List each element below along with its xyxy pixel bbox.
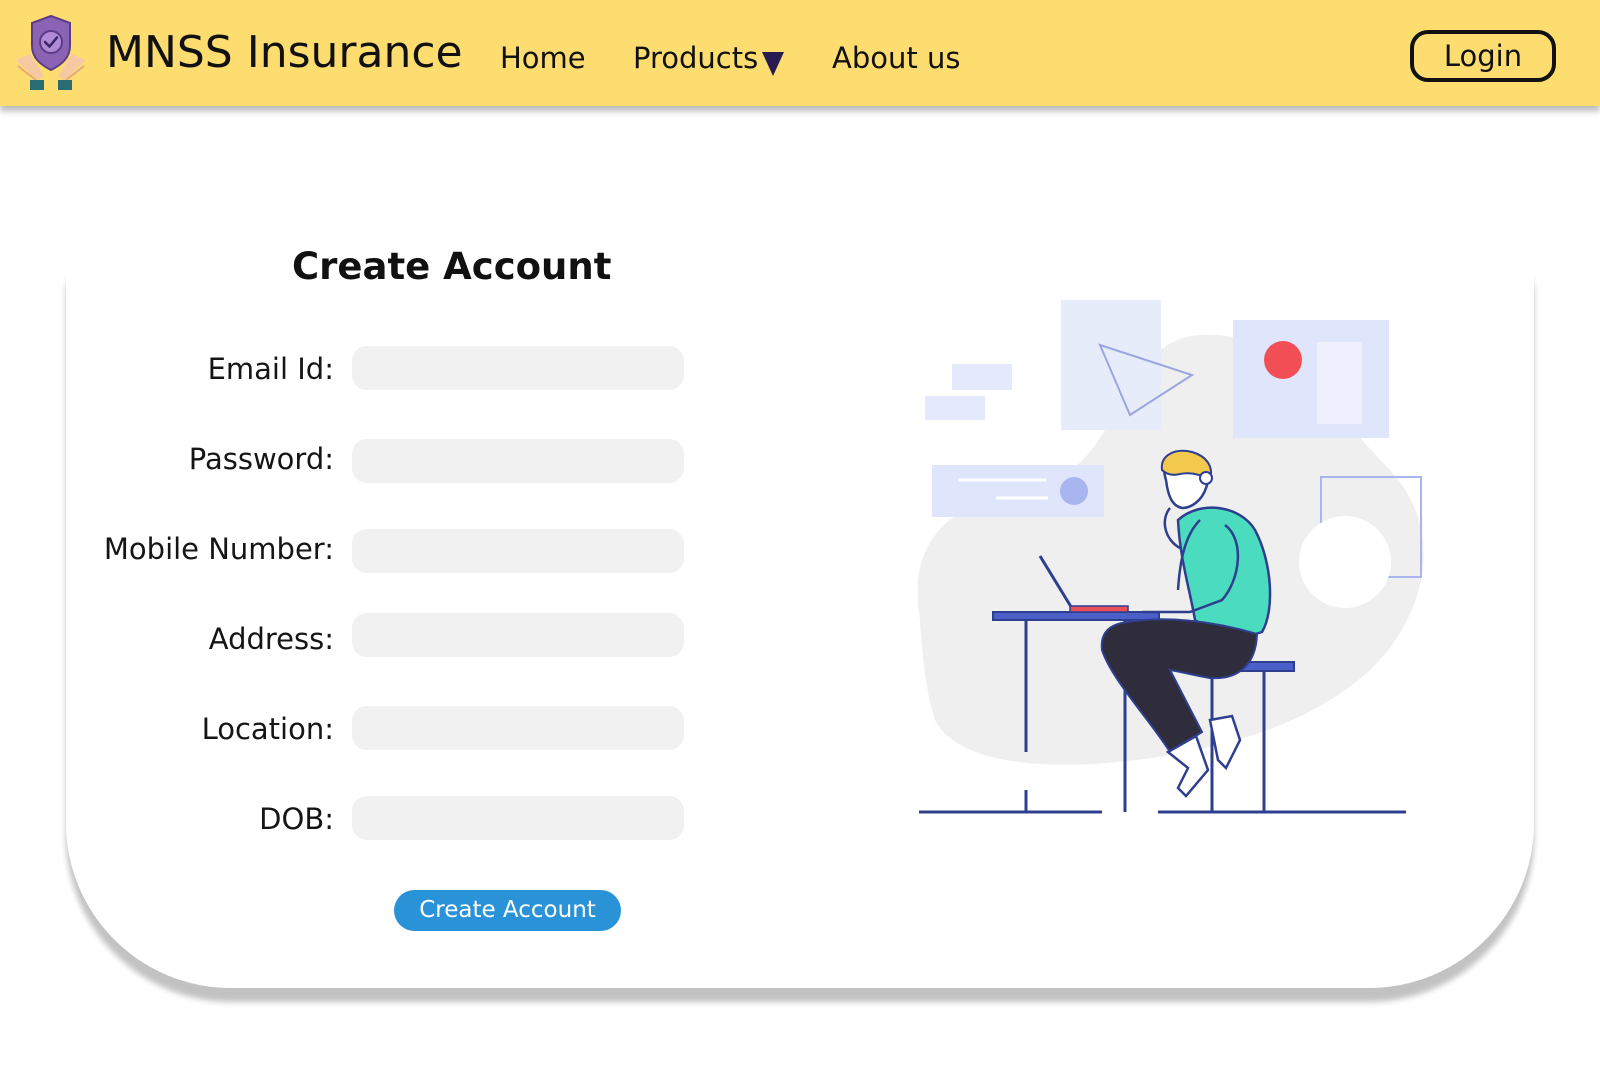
page-title: Create Account bbox=[292, 245, 612, 288]
mobile-number-field[interactable] bbox=[352, 529, 684, 573]
brand-name[interactable]: MNSS Insurance bbox=[106, 26, 463, 80]
email-label: Email Id: bbox=[207, 352, 334, 386]
caret-down-icon[interactable] bbox=[762, 52, 785, 76]
password-field[interactable] bbox=[352, 439, 684, 483]
nav-home-link[interactable]: Home bbox=[500, 40, 586, 76]
address-label: Address: bbox=[208, 622, 334, 656]
nav-about-link[interactable]: About us bbox=[832, 40, 960, 76]
login-button[interactable]: Login bbox=[1410, 30, 1556, 82]
password-label: Password: bbox=[188, 442, 334, 476]
address-field[interactable] bbox=[352, 613, 684, 657]
person-working-on-laptop-illustration bbox=[917, 300, 1424, 814]
top-navbar: MNSS Insurance Home Products About us Lo… bbox=[0, 0, 1600, 106]
dob-field[interactable] bbox=[352, 796, 684, 840]
location-field[interactable] bbox=[352, 706, 684, 750]
create-account-button[interactable]: Create Account bbox=[394, 890, 621, 931]
email-field[interactable] bbox=[352, 346, 684, 390]
mobile-number-label: Mobile Number: bbox=[103, 532, 334, 566]
shield-check-hands-icon[interactable] bbox=[14, 14, 88, 92]
location-label: Location: bbox=[201, 712, 334, 746]
nav-products-link[interactable]: Products bbox=[633, 40, 785, 76]
dob-label: DOB: bbox=[259, 802, 334, 836]
nav-products-label: Products bbox=[633, 41, 759, 75]
